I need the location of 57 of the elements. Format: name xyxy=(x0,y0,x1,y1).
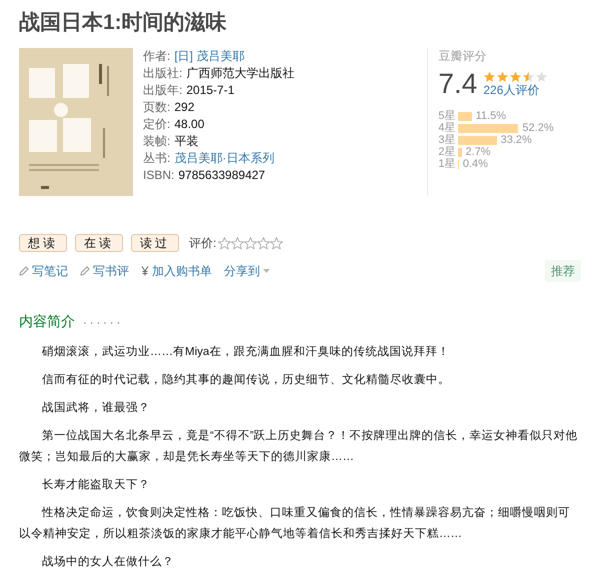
star-level-label: 4星 xyxy=(438,122,457,134)
star-level-label: 3星 xyxy=(438,134,457,146)
pencil-icon xyxy=(80,266,90,276)
info-label: 出版社: xyxy=(143,65,182,82)
rating-bar xyxy=(458,136,497,144)
info-value: 2015-7-1 xyxy=(186,82,234,99)
info-link[interactable]: [日] 茂吕美耶 xyxy=(174,48,244,65)
rating-percent: 52.2% xyxy=(522,122,554,134)
info-value: 292 xyxy=(174,99,194,116)
intro-paragraph: 战国武将，谁最强？ xyxy=(41,400,151,416)
rating-percent: 2.7% xyxy=(466,146,491,158)
rating-heading: 豆瓣评分 xyxy=(438,48,488,64)
action-link[interactable]: 加入购书单 xyxy=(141,262,212,280)
info-label: 丛书: xyxy=(143,150,170,167)
info-label: ISBN: xyxy=(143,167,174,184)
status-button[interactable]: 读过 xyxy=(131,234,179,252)
info-label: 装帧: xyxy=(143,133,170,150)
pencil-icon xyxy=(19,266,29,276)
action-link[interactable]: 分享到 xyxy=(224,262,270,280)
star-level-label: 5星 xyxy=(438,110,457,122)
rating-percent: 0.4% xyxy=(462,158,488,170)
intro-paragraph: 硝烟滚滚，武运功业……有Miya在，跟充满血腥和汗臭味的传统战国说拜拜！ xyxy=(41,344,450,360)
rating-bar xyxy=(458,148,462,156)
caret-icon xyxy=(263,269,270,273)
rate-label: 评价: xyxy=(189,235,216,252)
info-value: 平装 xyxy=(174,133,198,150)
rate-stars[interactable] xyxy=(218,236,284,250)
section-heading: 内容简介 xyxy=(19,312,75,331)
status-button[interactable]: 在读 xyxy=(75,234,123,252)
intro-paragraph: 信而有征的时代记载，隐约其事的趣闻传说，历史细节、文化精髓尽收囊中。 xyxy=(41,372,451,388)
rating-percent: 11.5% xyxy=(476,110,506,122)
info-link[interactable]: 茂吕美耶·日本系列 xyxy=(174,150,274,167)
info-label: 页数: xyxy=(143,99,170,116)
rating-count-link[interactable]: 226人评价 xyxy=(483,83,548,97)
intro-paragraph: 长寿才能盗取天下？ xyxy=(41,478,151,493)
intro-paragraph: 战场中的女人在做什么？ xyxy=(41,554,175,570)
info-label: 作者: xyxy=(143,48,170,65)
action-link[interactable]: 写书评 xyxy=(80,262,129,280)
info-label: 定价: xyxy=(143,116,170,133)
rating-bar xyxy=(458,124,518,132)
info-value: 9785633989427 xyxy=(178,167,266,184)
star-level-label: 2星 xyxy=(438,146,457,158)
yen-icon xyxy=(141,266,149,276)
status-button[interactable]: 想读 xyxy=(19,234,67,252)
recommend-button[interactable]: 推荐 xyxy=(545,260,581,282)
info-label: 出版年: xyxy=(143,82,182,99)
intro-paragraph: 第一位战国大名北条早云，竟是“不得不”跃上历史舞台？！不按牌理出牌的信长，幸运女神看似只对他微笑；岂知最后的大赢家，却是凭长寿坐等天下的德川家康…… xyxy=(19,428,579,465)
section-dots: · · · · · · xyxy=(83,316,120,331)
book-title: 战国日本1:时间的滋味 xyxy=(19,10,228,36)
rating-percent: 33.2% xyxy=(500,134,532,146)
rating-score: 7.4 xyxy=(438,68,478,100)
info-value: 广西师范大学出版社 xyxy=(186,65,294,82)
rating-bar xyxy=(458,112,472,120)
action-link[interactable]: 写笔记 xyxy=(19,262,68,280)
intro-paragraph: 性格决定命运，饮食则决定性格：吃饭快、口味重又偏食的信长，性情暴躁容易亢奋；细嚼慢咽则可以令精神安定，所以粗茶淡饭的家康才能平心静气地等着信长和秀吉揉好天下糕…… xyxy=(19,505,571,542)
info-value: 48.00 xyxy=(174,116,204,133)
star-level-label: 1星 xyxy=(438,158,457,170)
